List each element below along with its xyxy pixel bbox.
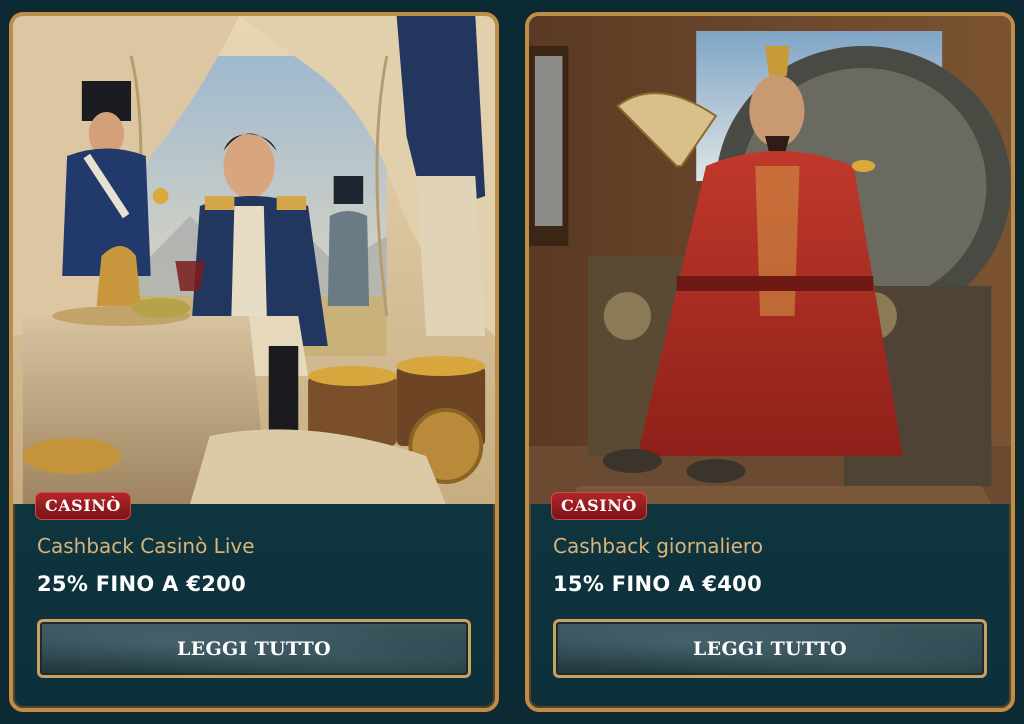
promo-card-live-cashback[interactable]: CASINÒ Cashback Casinò Live 25% FINO A €… (9, 12, 499, 712)
frame-corner-ornament (988, 16, 1011, 39)
category-badge: CASINÒ (551, 492, 647, 520)
category-badge: CASINÒ (35, 492, 131, 520)
promo-title: Cashback Casinò Live (37, 534, 255, 558)
read-more-button-label: LEGGI TUTTO (693, 637, 847, 660)
promo-artwork-napoleon (13, 16, 495, 504)
read-more-button-label: LEGGI TUTTO (177, 637, 331, 660)
promo-artwork-emperor (529, 16, 1011, 504)
frame-corner-ornament (529, 685, 552, 708)
frame-corner-ornament (13, 685, 36, 708)
frame-corner-ornament (472, 685, 495, 708)
frame-corner-ornament (988, 685, 1011, 708)
promo-offer: 15% FINO A €400 (553, 572, 762, 596)
promo-offer: 25% FINO A €200 (37, 572, 246, 596)
promo-card-daily-cashback[interactable]: CASINÒ Cashback giornaliero 15% FINO A €… (525, 12, 1015, 712)
frame-corner-ornament (472, 16, 495, 39)
read-more-button[interactable]: LEGGI TUTTO (37, 619, 471, 678)
read-more-button[interactable]: LEGGI TUTTO (553, 619, 987, 678)
promo-title: Cashback giornaliero (553, 534, 763, 558)
